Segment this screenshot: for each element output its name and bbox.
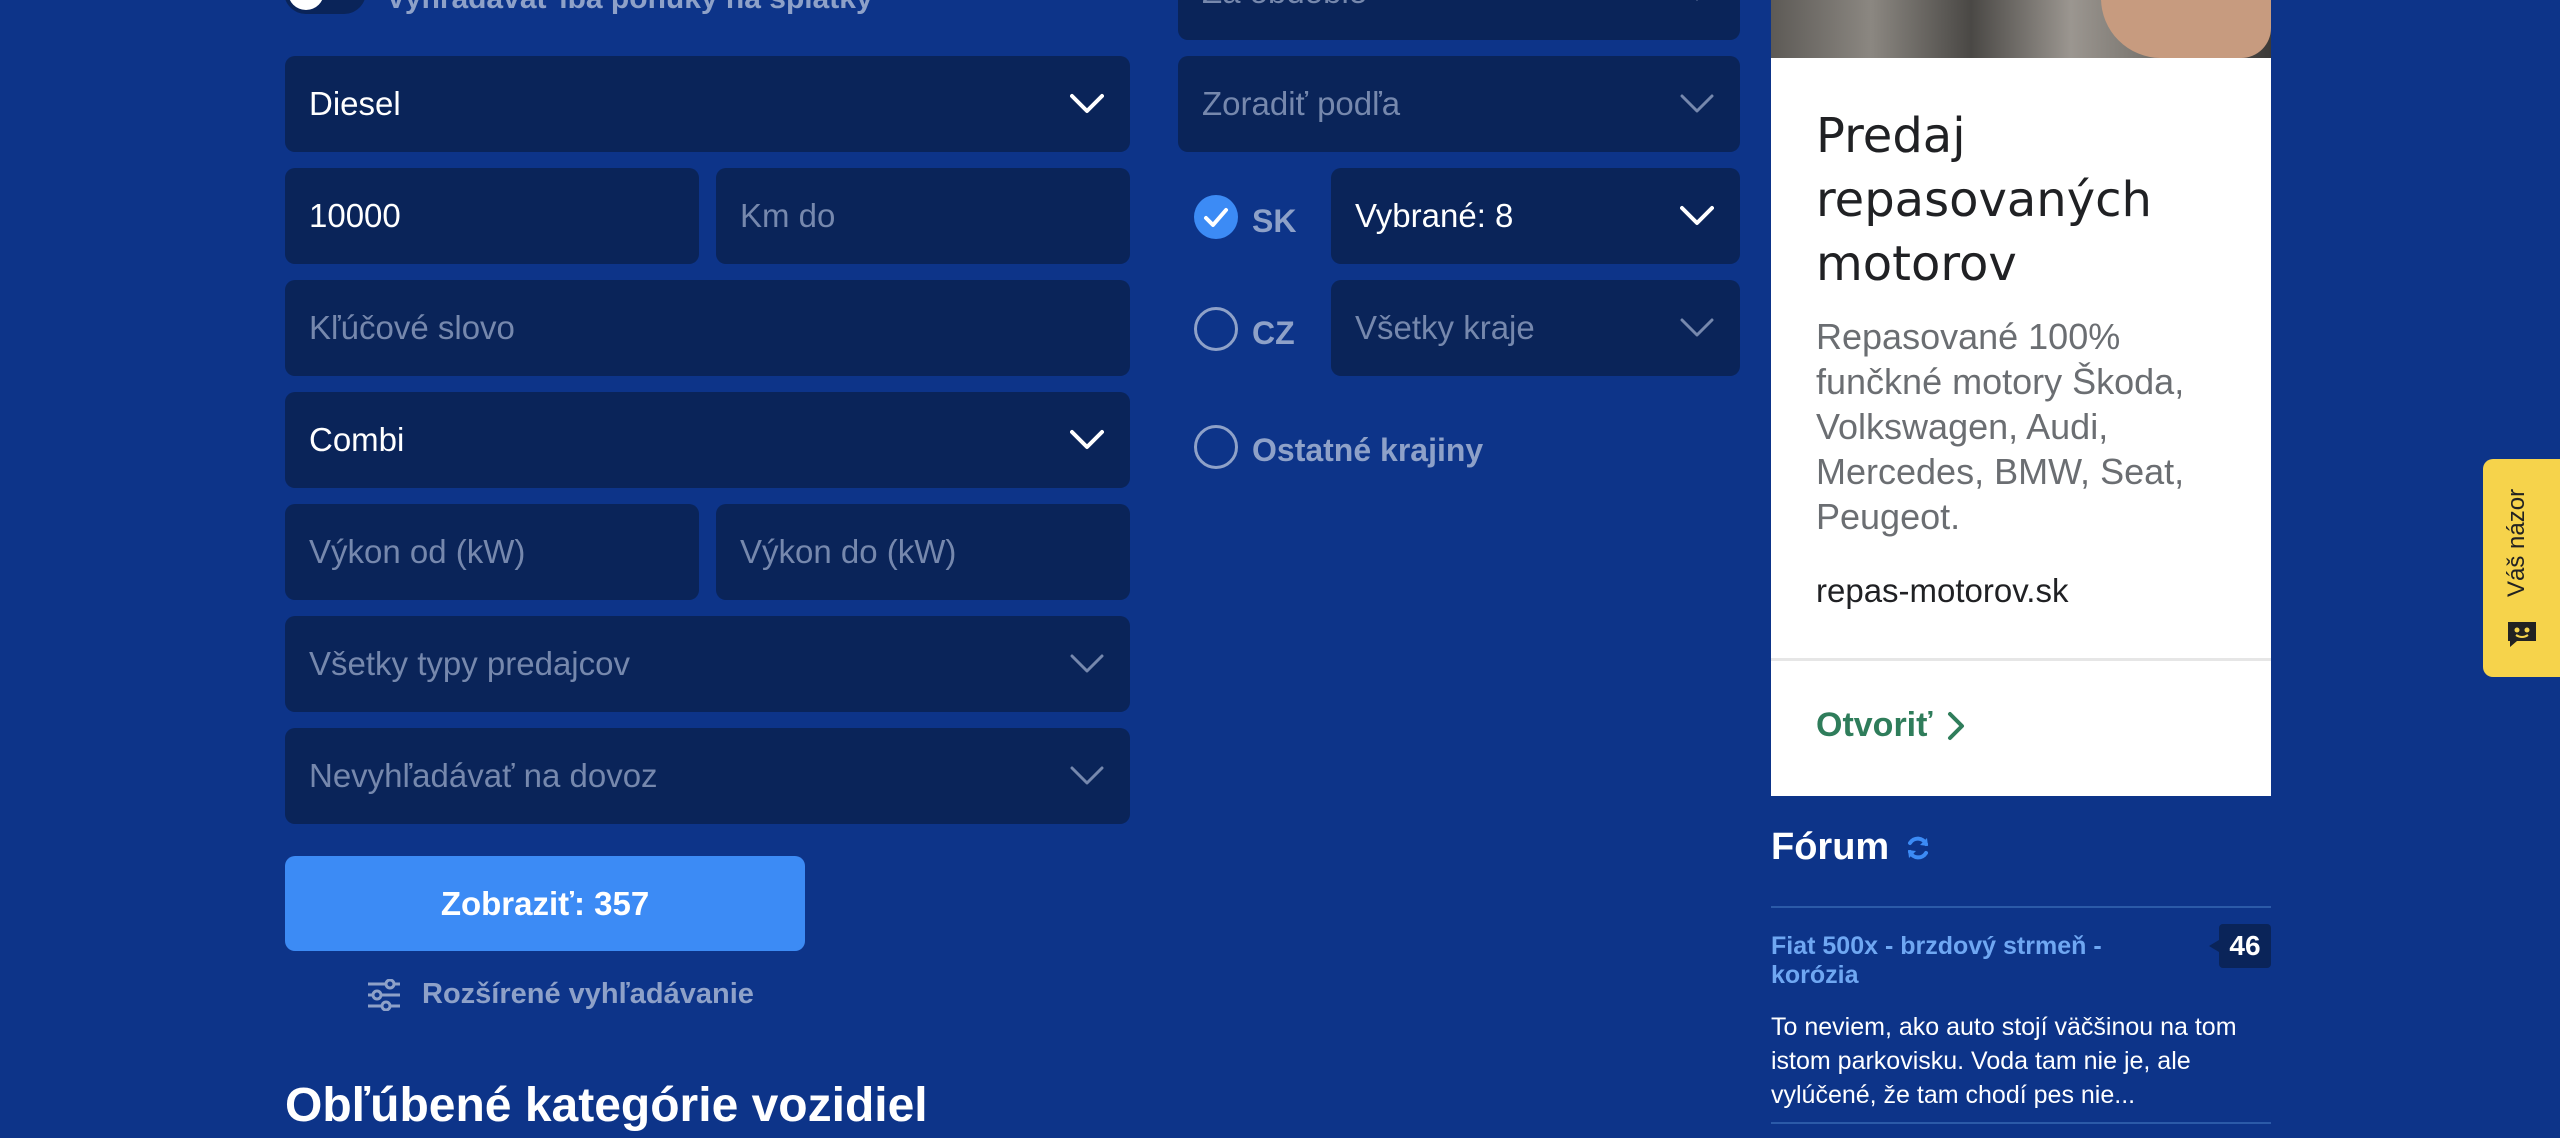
forum-title: Fórum [1771, 826, 1931, 869]
fuel-select[interactable]: Diesel [285, 56, 1130, 152]
other-countries-label: Ostatné krajiny [1252, 432, 1484, 468]
sk-label: SK [1252, 203, 1297, 239]
sk-regions-select[interactable]: Vybrané: 8 [1331, 168, 1740, 264]
chevron-down-icon [1070, 765, 1104, 787]
chevron-down-icon [1680, 205, 1714, 227]
categories-title: Obľúbené kategórie vozidiel [285, 1079, 928, 1132]
installments-toggle[interactable] [284, 0, 366, 14]
feedback-tab[interactable]: Váš názor [2483, 459, 2560, 677]
advanced-search-label: Rozšírené vyhľadávanie [422, 978, 754, 1010]
km-to-input[interactable]: Km do [716, 168, 1130, 264]
ad-open-button[interactable]: Otvoriť [1816, 706, 1966, 745]
feedback-label: Váš názor [2503, 488, 2530, 597]
chevron-down-icon [1680, 93, 1714, 115]
keyword-placeholder: Kľúčové slovo [309, 309, 515, 346]
ad-card[interactable]: Predaj repasovaných motorov Repasované 1… [1771, 0, 2271, 796]
forum-title-label: Fórum [1771, 826, 1890, 868]
import-select[interactable]: Nevyhľadávať na dovoz [285, 728, 1130, 824]
seller-type-select[interactable]: Všetky typy predajcov [285, 616, 1130, 712]
chevron-down-icon [1680, 317, 1714, 339]
seller-type-value: Všetky typy predajcov [309, 645, 630, 682]
body-type-select[interactable]: Combi [285, 392, 1130, 488]
ad-domain[interactable]: repas-motorov.sk [1816, 572, 2068, 610]
power-to-placeholder: Výkon do (kW) [740, 533, 957, 570]
forum-divider [1771, 906, 2271, 908]
chat-face-icon [2508, 622, 2536, 647]
km-to-placeholder: Km do [740, 197, 836, 234]
sk-checkbox[interactable] [1194, 195, 1238, 239]
fuel-select-value: Diesel [309, 85, 401, 122]
installments-toggle-label: Vyhľadávať iba ponuky na splátky [386, 0, 873, 16]
chevron-down-icon [1680, 0, 1714, 3]
period-select[interactable]: Za obdobie [1178, 0, 1740, 40]
chevron-down-icon [1070, 429, 1104, 451]
import-value: Nevyhľadávať na dovoz [309, 757, 658, 794]
ad-divider [1771, 658, 2271, 661]
cz-regions-value: Všetky kraje [1355, 309, 1535, 346]
body-type-value: Combi [309, 421, 405, 458]
cz-label: CZ [1252, 315, 1295, 351]
checkmark-icon [1204, 208, 1228, 227]
period-value: Za obdobie [1202, 0, 1367, 11]
keyword-input[interactable]: Kľúčové slovo [285, 280, 1130, 376]
chevron-right-icon [1948, 711, 1965, 740]
ad-open-label: Otvoriť [1816, 706, 1933, 744]
chevron-down-icon [1070, 653, 1104, 675]
sk-regions-value: Vybrané: 8 [1355, 197, 1514, 234]
forum-snippet: To neviem, ako auto stojí väčšinou na to… [1771, 1013, 2237, 1109]
ad-image [1771, 0, 2271, 58]
forum-divider [1771, 1122, 2271, 1124]
km-from-value: 10000 [309, 197, 401, 234]
advanced-search-link[interactable]: Rozšírené vyhľadávanie [366, 978, 754, 1011]
km-from-input[interactable]: 10000 [285, 168, 699, 264]
sort-value: Zoradiť podľa [1202, 85, 1401, 122]
cz-regions-select[interactable]: Všetky kraje [1331, 280, 1740, 376]
power-from-placeholder: Výkon od (kW) [309, 533, 526, 570]
ad-title[interactable]: Predaj repasovaných motorov [1816, 104, 2236, 296]
other-countries-radio[interactable] [1194, 425, 1238, 469]
sliders-icon [368, 978, 400, 1011]
sort-select[interactable]: Zoradiť podľa [1178, 56, 1740, 152]
chevron-down-icon [1070, 93, 1104, 115]
ad-image-hand [2101, 0, 2271, 58]
submit-button[interactable]: Zobraziť: 357 [285, 856, 805, 951]
power-from-input[interactable]: Výkon od (kW) [285, 504, 699, 600]
refresh-icon[interactable] [1905, 835, 1931, 861]
power-to-input[interactable]: Výkon do (kW) [716, 504, 1130, 600]
toggle-knob [288, 0, 324, 10]
ad-description: Repasované 100% funčkné motory Škoda, Vo… [1816, 316, 2185, 537]
forum-topic-link[interactable]: Fiat 500x - brzdový strmeň - korózia [1771, 932, 2191, 990]
cz-radio[interactable] [1194, 307, 1238, 351]
forum-reply-count: 46 [2209, 924, 2271, 968]
